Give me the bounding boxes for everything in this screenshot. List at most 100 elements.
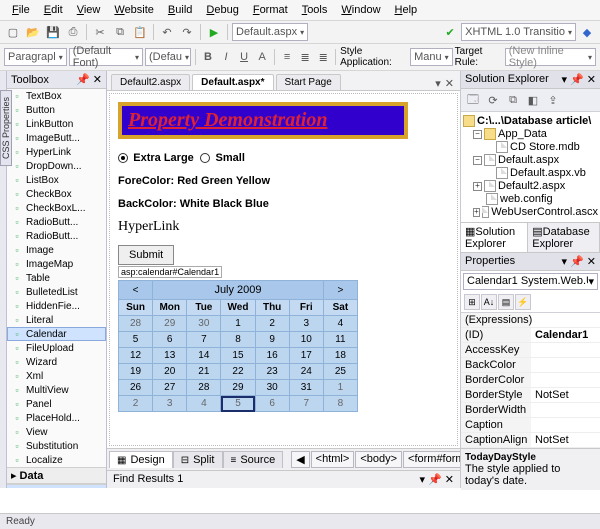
tree-item[interactable]: App_Data: [498, 128, 547, 140]
toolbox-item[interactable]: ▫Literal: [7, 313, 106, 327]
toolbox-item[interactable]: ▫BulletedList: [7, 285, 106, 299]
validate-icon[interactable]: ✔: [441, 23, 459, 41]
menu-build[interactable]: Build: [162, 2, 198, 18]
tree-expander[interactable]: +: [473, 208, 480, 217]
toolbox-item[interactable]: ▫RadioButt...: [7, 215, 106, 229]
tree-expander[interactable]: −: [473, 156, 482, 165]
new-icon[interactable]: ▢: [4, 23, 22, 41]
cal-day[interactable]: 16: [255, 348, 289, 364]
toolbox-item[interactable]: ▫FileUpload: [7, 341, 106, 355]
cal-day[interactable]: 20: [153, 364, 187, 380]
cal-day[interactable]: 24: [289, 364, 323, 380]
bold-icon[interactable]: B: [200, 48, 216, 66]
prop-value[interactable]: Calendar1: [531, 328, 600, 342]
radio-extra-large[interactable]: [118, 153, 128, 163]
numbers-icon[interactable]: ≣: [315, 48, 331, 66]
database-explorer-tab[interactable]: ▤Database Explorer: [528, 223, 600, 252]
italic-icon[interactable]: I: [218, 48, 234, 66]
tree-item[interactable]: web.config: [500, 193, 553, 205]
tree-item[interactable]: CD Store.mdb: [510, 141, 580, 153]
cal-day[interactable]: 6: [255, 396, 289, 412]
copy-icon[interactable]: ⧉: [111, 23, 129, 41]
toolbox-item[interactable]: ▫HyperLink: [7, 145, 106, 159]
toolbox-item[interactable]: ▫Xml: [7, 369, 106, 383]
prop-value[interactable]: [531, 358, 600, 372]
toolbox-item[interactable]: ▫ImageButt...: [7, 131, 106, 145]
menu-edit[interactable]: Edit: [38, 2, 69, 18]
menu-help[interactable]: Help: [389, 2, 424, 18]
toolbox-group[interactable]: ▸Data: [7, 467, 106, 484]
cal-day[interactable]: 22: [221, 364, 255, 380]
cal-day[interactable]: 18: [323, 348, 357, 364]
property-grid[interactable]: (Expressions)(ID)Calendar1AccessKeyBackC…: [461, 313, 600, 448]
bullets-icon[interactable]: ≣: [297, 48, 313, 66]
prop-value[interactable]: [531, 313, 600, 327]
split-tab[interactable]: ⊟ Split: [173, 451, 223, 468]
pin-icon[interactable]: ▾ 📌: [419, 474, 441, 486]
menu-view[interactable]: View: [71, 2, 107, 18]
cal-day[interactable]: 14: [187, 348, 221, 364]
menu-format[interactable]: Format: [247, 2, 294, 18]
solution-tree[interactable]: C:\...\Database article\− App_Data CD St…: [461, 112, 600, 222]
property-selector[interactable]: Calendar1 System.Web.UI.WebControls.Ca▾: [463, 273, 598, 290]
cal-day[interactable]: 5: [119, 332, 153, 348]
prop-value[interactable]: [531, 403, 600, 417]
toolbox-item[interactable]: ▫Table: [7, 271, 106, 285]
alpha-icon[interactable]: A↓: [481, 294, 497, 310]
close-icon[interactable]: ✕: [445, 474, 454, 486]
cal-day[interactable]: 1: [221, 316, 255, 332]
toolbox-item[interactable]: ▫CheckBox: [7, 187, 106, 201]
cal-day[interactable]: 17: [289, 348, 323, 364]
paste-icon[interactable]: 📋: [131, 23, 149, 41]
calendar-control[interactable]: <July 2009>SunMonTueWedThuFriSat28293012…: [118, 280, 358, 412]
cal-day[interactable]: 21: [187, 364, 221, 380]
hyperlink-control[interactable]: HyperLink: [118, 219, 449, 235]
toolbox-item[interactable]: ▫Wizard: [7, 355, 106, 369]
menu-website[interactable]: Website: [108, 2, 160, 18]
document-tab[interactable]: Default.aspx*: [192, 74, 273, 90]
cal-day[interactable]: 1: [323, 380, 357, 396]
menu-debug[interactable]: Debug: [200, 2, 244, 18]
pin-icon[interactable]: 📌 ✕: [76, 73, 102, 86]
cal-day[interactable]: 23: [255, 364, 289, 380]
view-code-icon[interactable]: ◧: [524, 91, 542, 109]
run-icon[interactable]: ▶: [205, 23, 223, 41]
properties-icon[interactable]: 🗔: [464, 91, 482, 109]
menu-window[interactable]: Window: [335, 2, 386, 18]
cal-day[interactable]: 28: [187, 380, 221, 396]
saveall-icon[interactable]: ⎙: [64, 23, 82, 41]
prop-value[interactable]: NotSet: [531, 388, 600, 402]
redo-icon[interactable]: ↷: [178, 23, 196, 41]
source-tab[interactable]: ≡ Source: [223, 451, 284, 468]
toolbox-item[interactable]: ▫DropDown...: [7, 159, 106, 173]
breadcrumb-item[interactable]: <html>: [311, 451, 355, 468]
cal-day[interactable]: 12: [119, 348, 153, 364]
font-combo[interactable]: (Default Font)▾: [69, 48, 143, 66]
toolbox-item[interactable]: ▫HiddenFie...: [7, 299, 106, 313]
cal-day[interactable]: 8: [323, 396, 357, 412]
open-file-combo[interactable]: Default.aspx▾: [232, 23, 308, 41]
cal-day[interactable]: 5: [221, 396, 255, 412]
tree-expander[interactable]: +: [473, 182, 482, 191]
prop-value[interactable]: [531, 418, 600, 432]
cal-day[interactable]: 26: [119, 380, 153, 396]
toolbox-item[interactable]: ▫Image: [7, 243, 106, 257]
forecolor-icon[interactable]: A: [254, 48, 270, 66]
document-tab[interactable]: Default2.aspx: [111, 74, 190, 90]
cal-day[interactable]: 30: [255, 380, 289, 396]
cal-day[interactable]: 4: [187, 396, 221, 412]
tree-item[interactable]: Default.aspx: [498, 154, 559, 166]
css-properties-tab[interactable]: CSS Properties: [0, 90, 12, 166]
doctype-combo[interactable]: XHTML 1.0 Transitio▾: [461, 23, 576, 41]
cal-day[interactable]: 10: [289, 332, 323, 348]
radio-small[interactable]: [200, 153, 210, 163]
events-icon[interactable]: ⚡: [515, 294, 531, 310]
tree-item[interactable]: Default2.aspx: [498, 180, 565, 192]
prop-value[interactable]: [531, 343, 600, 357]
toolbox-item[interactable]: ▫RadioButt...: [7, 229, 106, 243]
solution-explorer-tab[interactable]: ▦Solution Explorer: [461, 223, 528, 252]
props-icon[interactable]: ▤: [498, 294, 514, 310]
justify-left-icon[interactable]: ≡: [279, 48, 295, 66]
categorized-icon[interactable]: ⊞: [464, 294, 480, 310]
toolbox-group[interactable]: ▸Validation: [7, 484, 106, 488]
